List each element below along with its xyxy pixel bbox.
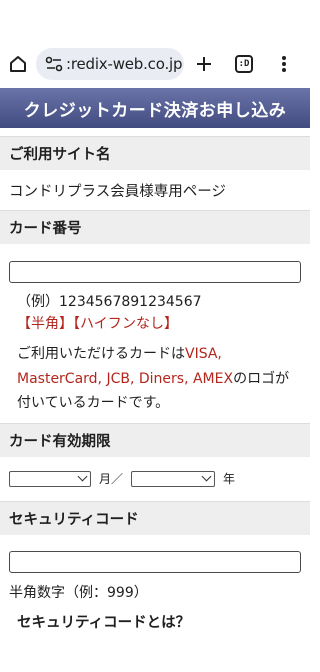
security-code-help-link[interactable]: セキュリティコードとは？: [0, 613, 310, 633]
chevron-down-icon: [201, 471, 212, 482]
month-unit-label: 月／: [99, 472, 124, 486]
site-settings-icon[interactable]: [44, 55, 64, 73]
more-menu-icon[interactable]: [264, 44, 304, 84]
url-text: :redix-web.co.jp: [66, 55, 183, 73]
new-tab-icon[interactable]: [184, 44, 224, 84]
page-title: クレジットカード決済お申し込み: [0, 88, 310, 128]
accepted-brands-text: ご利用いただけるカードはVISA, MasterCard, JCB, Diner…: [0, 342, 310, 416]
security-code-note: 半角数字（例：999）: [9, 584, 148, 601]
card-number-heading: カード番号: [0, 210, 310, 244]
site-name-value: コンドリプラス会員様専用ページ: [9, 183, 226, 200]
card-number-input[interactable]: [9, 261, 301, 283]
expiry-heading: カード有効期限: [0, 422, 310, 457]
year-unit-label: 年: [223, 472, 236, 486]
brands-prefix: ご利用いただけるカードは: [17, 346, 185, 362]
site-name-heading: ご利用サイト名: [0, 136, 310, 170]
card-number-example: （例）1234567891234567: [17, 294, 202, 310]
chevron-down-icon: [77, 471, 88, 482]
security-code-heading: セキュリティコード: [0, 500, 310, 535]
status-bar: [0, 0, 310, 44]
address-bar[interactable]: :redix-web.co.jp: [36, 48, 184, 80]
tab-switcher-icon[interactable]: :D: [224, 44, 264, 84]
expiry-year-select[interactable]: [131, 470, 216, 487]
card-number-format-note: 【半角】【ハイフンなし】: [17, 316, 178, 332]
tab-count: :D: [235, 55, 253, 73]
security-code-input[interactable]: [9, 550, 301, 573]
expiry-month-select[interactable]: [9, 470, 91, 487]
browser-toolbar: :redix-web.co.jp :D: [0, 44, 310, 84]
home-icon[interactable]: [8, 52, 28, 76]
